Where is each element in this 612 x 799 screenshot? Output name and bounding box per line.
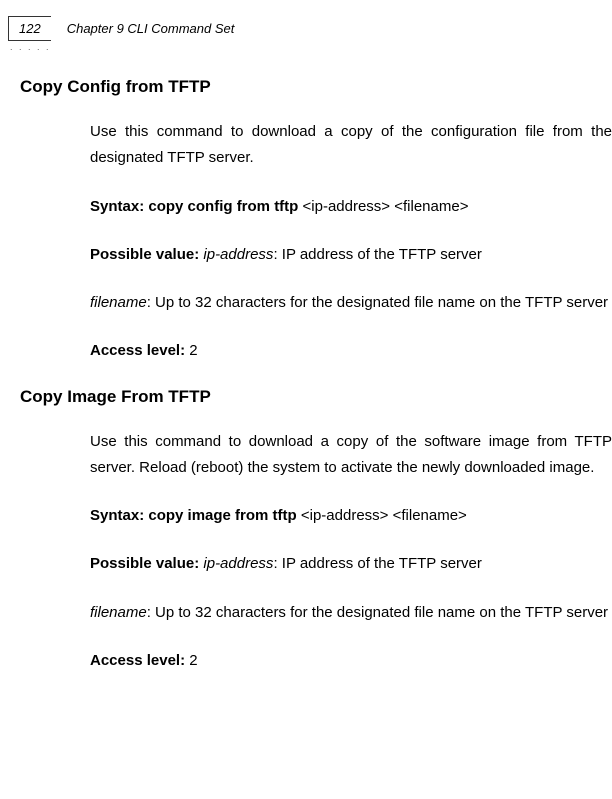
filename-rest: : Up to 32 characters for the designated…: [147, 604, 608, 621]
filename-line: filename: Up to 32 characters for the de…: [90, 290, 612, 316]
syntax-line: Syntax: copy config from tftp <ip-addres…: [90, 194, 612, 220]
filename-italic: filename: [90, 604, 147, 621]
syntax-label: Syntax: copy image from tftp: [90, 507, 301, 524]
possible-value-italic: ip-address: [203, 246, 273, 263]
possible-value-rest: : IP address of the TFTP server: [273, 555, 481, 572]
chapter-title: Chapter 9 CLI Command Set: [67, 21, 235, 36]
access-level-label: Access level:: [90, 342, 189, 359]
section-heading-copy-image: Copy Image From TFTP: [20, 387, 612, 407]
filename-block: filename: Up to 32 characters for the de…: [20, 600, 612, 626]
possible-value-rest: : IP address of the TFTP server: [273, 246, 481, 263]
description-text: Use this command to download a copy of t…: [90, 119, 612, 172]
page-header: 122 Chapter 9 CLI Command Set: [0, 0, 612, 41]
filename-rest: : Up to 32 characters for the designated…: [147, 294, 608, 311]
syntax-line: Syntax: copy image from tftp <ip-address…: [90, 503, 612, 529]
syntax-label: Syntax: copy config from tftp: [90, 198, 303, 215]
access-level-block: Access level: 2: [20, 338, 612, 364]
possible-value-line: Possible value: ip-address: IP address o…: [90, 551, 612, 577]
access-level-value: 2: [189, 342, 197, 359]
possible-value-block: Possible value: ip-address: IP address o…: [20, 242, 612, 268]
syntax-args: <ip-address> <filename>: [301, 507, 467, 524]
page-number: 122: [8, 16, 51, 41]
syntax-block: Syntax: copy image from tftp <ip-address…: [20, 503, 612, 529]
access-level-value: 2: [189, 652, 197, 669]
access-level-line: Access level: 2: [90, 648, 612, 674]
description-text: Use this command to download a copy of t…: [90, 429, 612, 482]
access-level-line: Access level: 2: [90, 338, 612, 364]
header-divider: . . . . .: [10, 42, 51, 52]
description-block: Use this command to download a copy of t…: [20, 429, 612, 482]
possible-value-italic: ip-address: [203, 555, 273, 572]
possible-value-label: Possible value:: [90, 555, 203, 572]
description-block: Use this command to download a copy of t…: [20, 119, 612, 172]
filename-block: filename: Up to 32 characters for the de…: [20, 290, 612, 316]
filename-line: filename: Up to 32 characters for the de…: [90, 600, 612, 626]
page-content: Copy Config from TFTP Use this command t…: [0, 77, 612, 674]
access-level-block: Access level: 2: [20, 648, 612, 674]
possible-value-line: Possible value: ip-address: IP address o…: [90, 242, 612, 268]
section-heading-copy-config: Copy Config from TFTP: [20, 77, 612, 97]
syntax-args: <ip-address> <filename>: [303, 198, 469, 215]
access-level-label: Access level:: [90, 652, 189, 669]
possible-value-label: Possible value:: [90, 246, 203, 263]
filename-italic: filename: [90, 294, 147, 311]
syntax-block: Syntax: copy config from tftp <ip-addres…: [20, 194, 612, 220]
possible-value-block: Possible value: ip-address: IP address o…: [20, 551, 612, 577]
